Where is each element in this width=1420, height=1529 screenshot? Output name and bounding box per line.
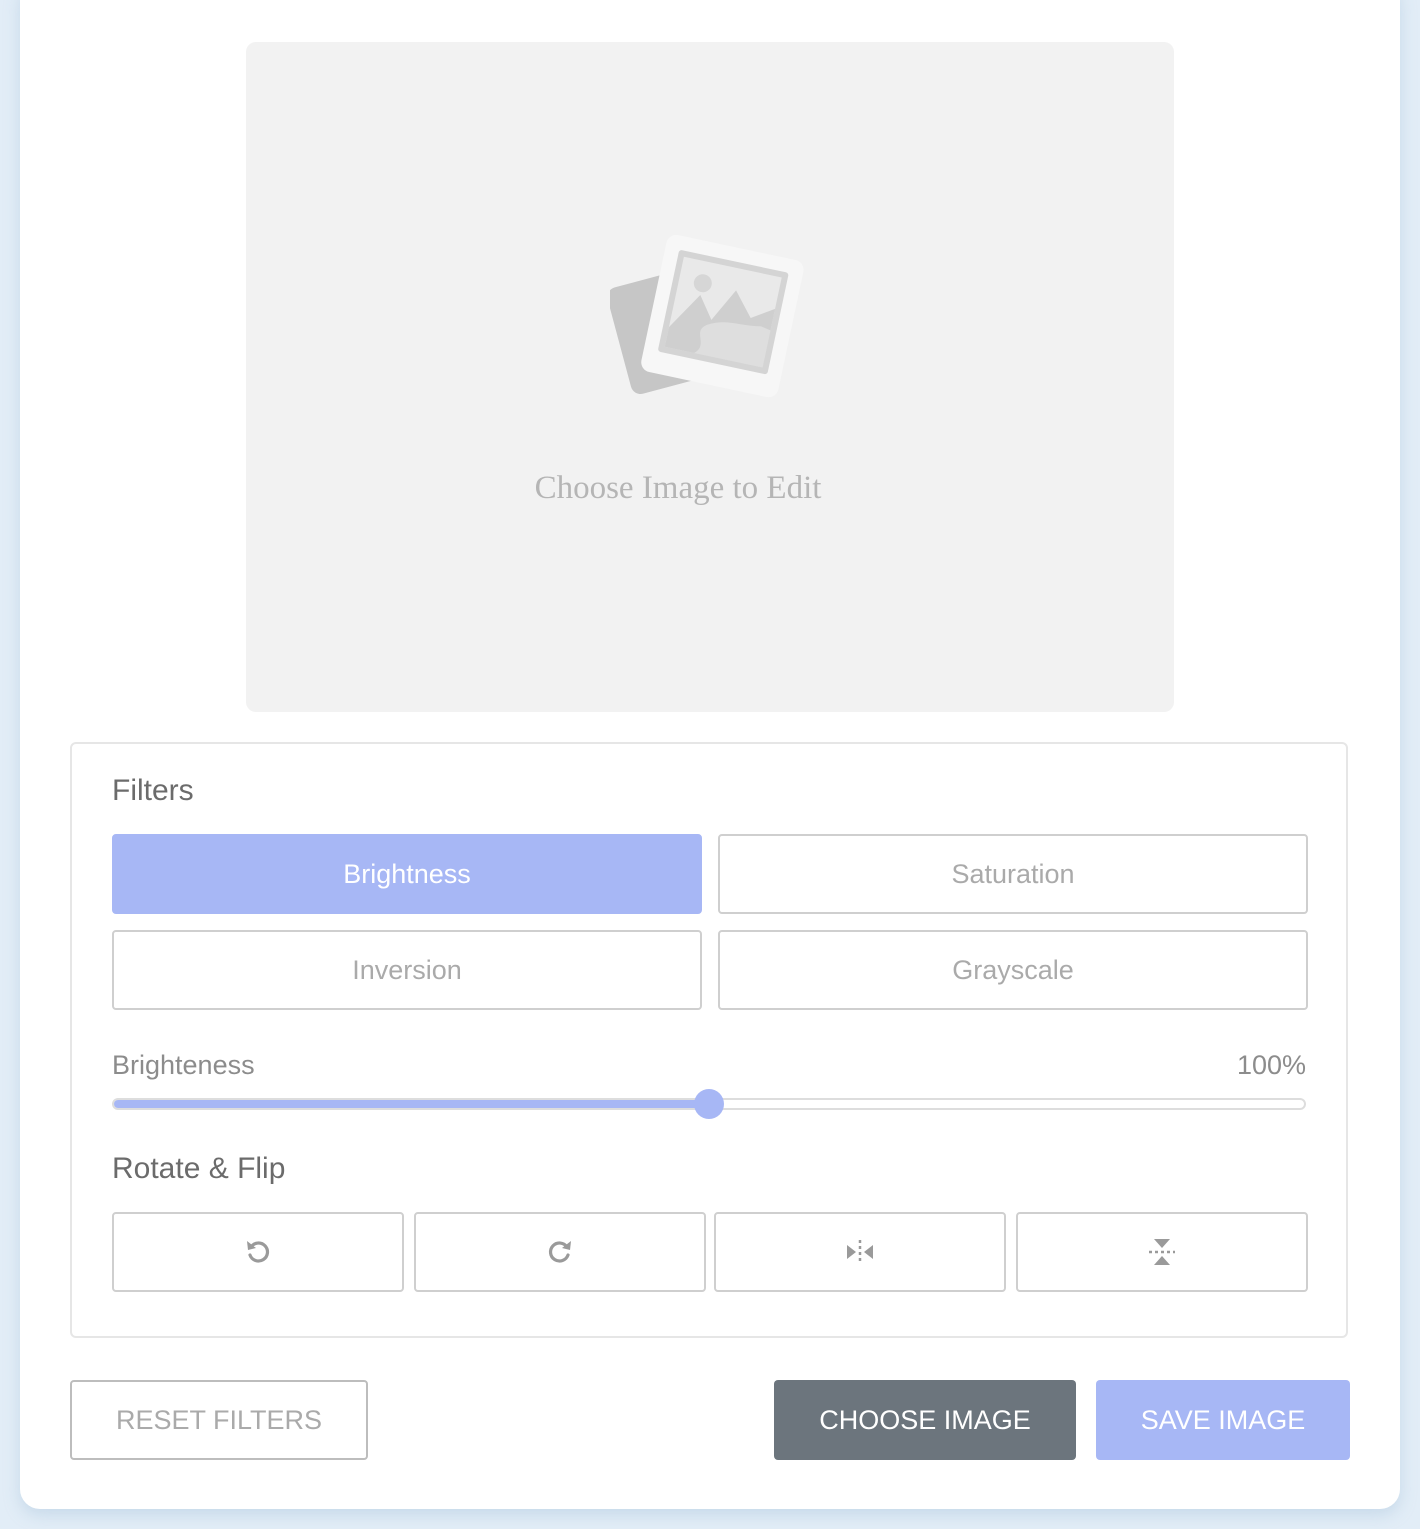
rotate-right-button[interactable] xyxy=(414,1212,706,1292)
filter-brightness-button[interactable]: Brightness xyxy=(112,834,702,914)
slider-fill xyxy=(114,1100,709,1108)
slider-thumb[interactable] xyxy=(694,1089,724,1119)
flip-vertical-icon xyxy=(1149,1239,1175,1265)
rotate-right-icon xyxy=(548,1241,571,1263)
save-image-button[interactable]: SAVE IMAGE xyxy=(1096,1380,1350,1460)
rotate-flip-title: Rotate & Flip xyxy=(112,1152,286,1185)
image-placeholder-icon xyxy=(610,234,804,398)
flip-horizontal-button[interactable] xyxy=(714,1212,1006,1292)
slider-label: Brighteness xyxy=(112,1050,255,1080)
rotate-left-icon xyxy=(247,1241,270,1263)
filters-title: Filters xyxy=(112,774,194,807)
filter-grayscale-button[interactable]: Grayscale xyxy=(718,930,1308,1010)
choose-image-button[interactable]: CHOOSE IMAGE xyxy=(774,1380,1076,1460)
flip-vertical-button[interactable] xyxy=(1016,1212,1308,1292)
filter-inversion-button[interactable]: Inversion xyxy=(112,930,702,1010)
filter-saturation-button[interactable]: Saturation xyxy=(718,834,1308,914)
slider-value: 100% xyxy=(1236,1050,1306,1080)
rotate-left-button[interactable] xyxy=(112,1212,404,1292)
flip-horizontal-icon xyxy=(847,1240,873,1264)
preview-placeholder-text: Choose Image to Edit xyxy=(534,470,822,506)
reset-filters-button[interactable]: RESET FILTERS xyxy=(70,1380,368,1460)
brightness-slider[interactable] xyxy=(112,1089,1306,1119)
